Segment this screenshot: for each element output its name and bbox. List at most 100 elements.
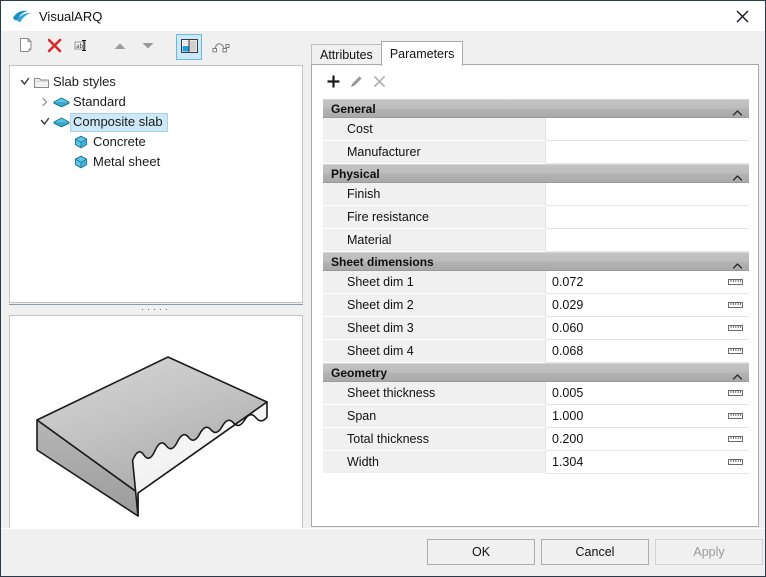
- parameter-value-field[interactable]: [545, 118, 749, 141]
- parameter-value: 1.000: [552, 409, 584, 423]
- tab-attributes[interactable]: Attributes: [311, 44, 382, 65]
- parameter-value-field[interactable]: 1.304: [545, 451, 749, 474]
- parameter-value: 1.304: [552, 455, 584, 469]
- parameter-value-field[interactable]: 1.000: [545, 405, 749, 428]
- tree-item-slab-styles[interactable]: Slab styles: [10, 72, 302, 92]
- parameter-row[interactable]: Sheet dim 2 0.029: [323, 294, 749, 317]
- slab-3d-model: [36, 356, 268, 517]
- tree-item-label: Slab styles: [53, 73, 116, 89]
- parameter-row[interactable]: Material: [323, 229, 749, 252]
- parameter-row[interactable]: Cost: [323, 118, 749, 141]
- tree-item-label: Metal sheet: [93, 153, 161, 169]
- title-bar: VisualARQ: [1, 1, 765, 31]
- parameter-grid[interactable]: General Cost Manufacturer Physical Finish Fir…: [323, 99, 749, 517]
- parameter-name: Total thickness: [323, 428, 545, 451]
- parameter-row[interactable]: Width 1.304: [323, 451, 749, 474]
- parameter-name: Sheet dim 3: [323, 317, 545, 340]
- rename-style-button[interactable]: ab: [69, 34, 95, 60]
- section-title: Sheet dimensions: [331, 254, 434, 269]
- edit-parameter-button[interactable]: [345, 72, 368, 95]
- ruler-icon[interactable]: [728, 321, 743, 335]
- tree-item-concrete[interactable]: Concrete: [10, 132, 302, 152]
- ruler-icon[interactable]: [728, 455, 743, 469]
- splitter-line: [9, 304, 303, 305]
- parameter-name: Sheet dim 2: [323, 294, 545, 317]
- section-header-geometry[interactable]: Geometry: [323, 363, 749, 382]
- parameter-row[interactable]: Finish: [323, 183, 749, 206]
- ruler-icon[interactable]: [728, 386, 743, 400]
- tree-item-label: Composite slab: [70, 112, 168, 132]
- chevron-up-icon[interactable]: [732, 170, 743, 184]
- ruler-icon[interactable]: [728, 298, 743, 312]
- style-3d-preview[interactable]: [9, 315, 303, 531]
- parameter-row[interactable]: Sheet thickness 0.005: [323, 382, 749, 405]
- parameter-value-field[interactable]: [545, 141, 749, 164]
- move-up-button[interactable]: [107, 34, 133, 60]
- profile-curve-button[interactable]: [208, 34, 234, 60]
- close-icon[interactable]: [720, 1, 765, 31]
- arrow-up-icon: [113, 40, 127, 54]
- add-parameter-button[interactable]: [322, 72, 345, 95]
- plus-icon: [326, 74, 341, 92]
- parameter-name: Cost: [323, 118, 545, 141]
- chevron-down-icon[interactable]: [18, 77, 32, 87]
- parameter-value-field[interactable]: [545, 229, 749, 252]
- parameter-value-field[interactable]: 0.068: [545, 340, 749, 363]
- parameters-tab-page: General Cost Manufacturer Physical Finish Fir…: [311, 64, 759, 527]
- chevron-right-icon[interactable]: [38, 97, 52, 107]
- panel-splitter[interactable]: ·····: [9, 304, 303, 314]
- section-header-physical[interactable]: Physical: [323, 164, 749, 183]
- parameter-value-field[interactable]: 0.200: [545, 428, 749, 451]
- parameter-row[interactable]: Fire resistance: [323, 206, 749, 229]
- parameter-value-field[interactable]: 0.060: [545, 317, 749, 340]
- tree-item-metal-sheet[interactable]: Metal sheet: [10, 152, 302, 172]
- move-down-button[interactable]: [135, 34, 161, 60]
- tree-item-standard[interactable]: Standard: [10, 92, 302, 112]
- ruler-icon[interactable]: [728, 432, 743, 446]
- slab-style-icon: [52, 116, 70, 128]
- parameter-value-field[interactable]: 0.072: [545, 271, 749, 294]
- parameter-name: Sheet dim 4: [323, 340, 545, 363]
- section-header-general[interactable]: General: [323, 99, 749, 118]
- parameter-name: Sheet thickness: [323, 382, 545, 405]
- ok-button[interactable]: OK: [427, 539, 535, 565]
- tree-item-label: Concrete: [93, 133, 146, 149]
- ruler-icon[interactable]: [728, 344, 743, 358]
- slab-style-icon: [52, 96, 70, 108]
- apply-button[interactable]: Apply: [655, 539, 763, 565]
- new-style-button[interactable]: [13, 34, 39, 60]
- parameter-row[interactable]: Span 1.000: [323, 405, 749, 428]
- chevron-up-icon[interactable]: [732, 105, 743, 119]
- rename-text-icon: ab: [73, 38, 91, 56]
- parameter-value-field[interactable]: 0.005: [545, 382, 749, 405]
- chevron-down-icon[interactable]: [38, 117, 52, 127]
- delete-style-button[interactable]: [41, 34, 67, 60]
- parameter-row[interactable]: Sheet dim 4 0.068: [323, 340, 749, 363]
- parameter-value-field[interactable]: [545, 206, 749, 229]
- section-title: Physical: [331, 166, 380, 181]
- parameter-name: Finish: [323, 183, 545, 206]
- toggle-preview-button[interactable]: [176, 34, 202, 60]
- section-header-sheet-dimensions[interactable]: Sheet dimensions: [323, 252, 749, 271]
- section-title: Geometry: [331, 365, 388, 380]
- tree-item-label: Standard: [73, 93, 126, 109]
- delete-x-icon: [47, 38, 62, 56]
- parameter-row[interactable]: Sheet dim 1 0.072: [323, 271, 749, 294]
- chevron-up-icon[interactable]: [732, 258, 743, 272]
- parameter-value: 0.072: [552, 275, 584, 289]
- tab-parameters[interactable]: Parameters: [380, 41, 464, 66]
- ruler-icon[interactable]: [728, 409, 743, 423]
- parameter-value-field[interactable]: 0.029: [545, 294, 749, 317]
- style-tree[interactable]: Slab styles Standard Composite slab Concret…: [9, 65, 303, 303]
- tab-strip: Attributes Parameters: [311, 41, 759, 66]
- ruler-icon[interactable]: [728, 275, 743, 289]
- chevron-up-icon[interactable]: [732, 369, 743, 383]
- delete-parameter-button[interactable]: [368, 72, 391, 95]
- parameter-row[interactable]: Manufacturer: [323, 141, 749, 164]
- cancel-button[interactable]: Cancel: [541, 539, 649, 565]
- tree-item-composite-slab[interactable]: Composite slab: [10, 112, 302, 132]
- parameter-value-field[interactable]: [545, 183, 749, 206]
- parameter-row[interactable]: Sheet dim 3 0.060: [323, 317, 749, 340]
- parameter-toolbar: [322, 71, 391, 95]
- parameter-row[interactable]: Total thickness 0.200: [323, 428, 749, 451]
